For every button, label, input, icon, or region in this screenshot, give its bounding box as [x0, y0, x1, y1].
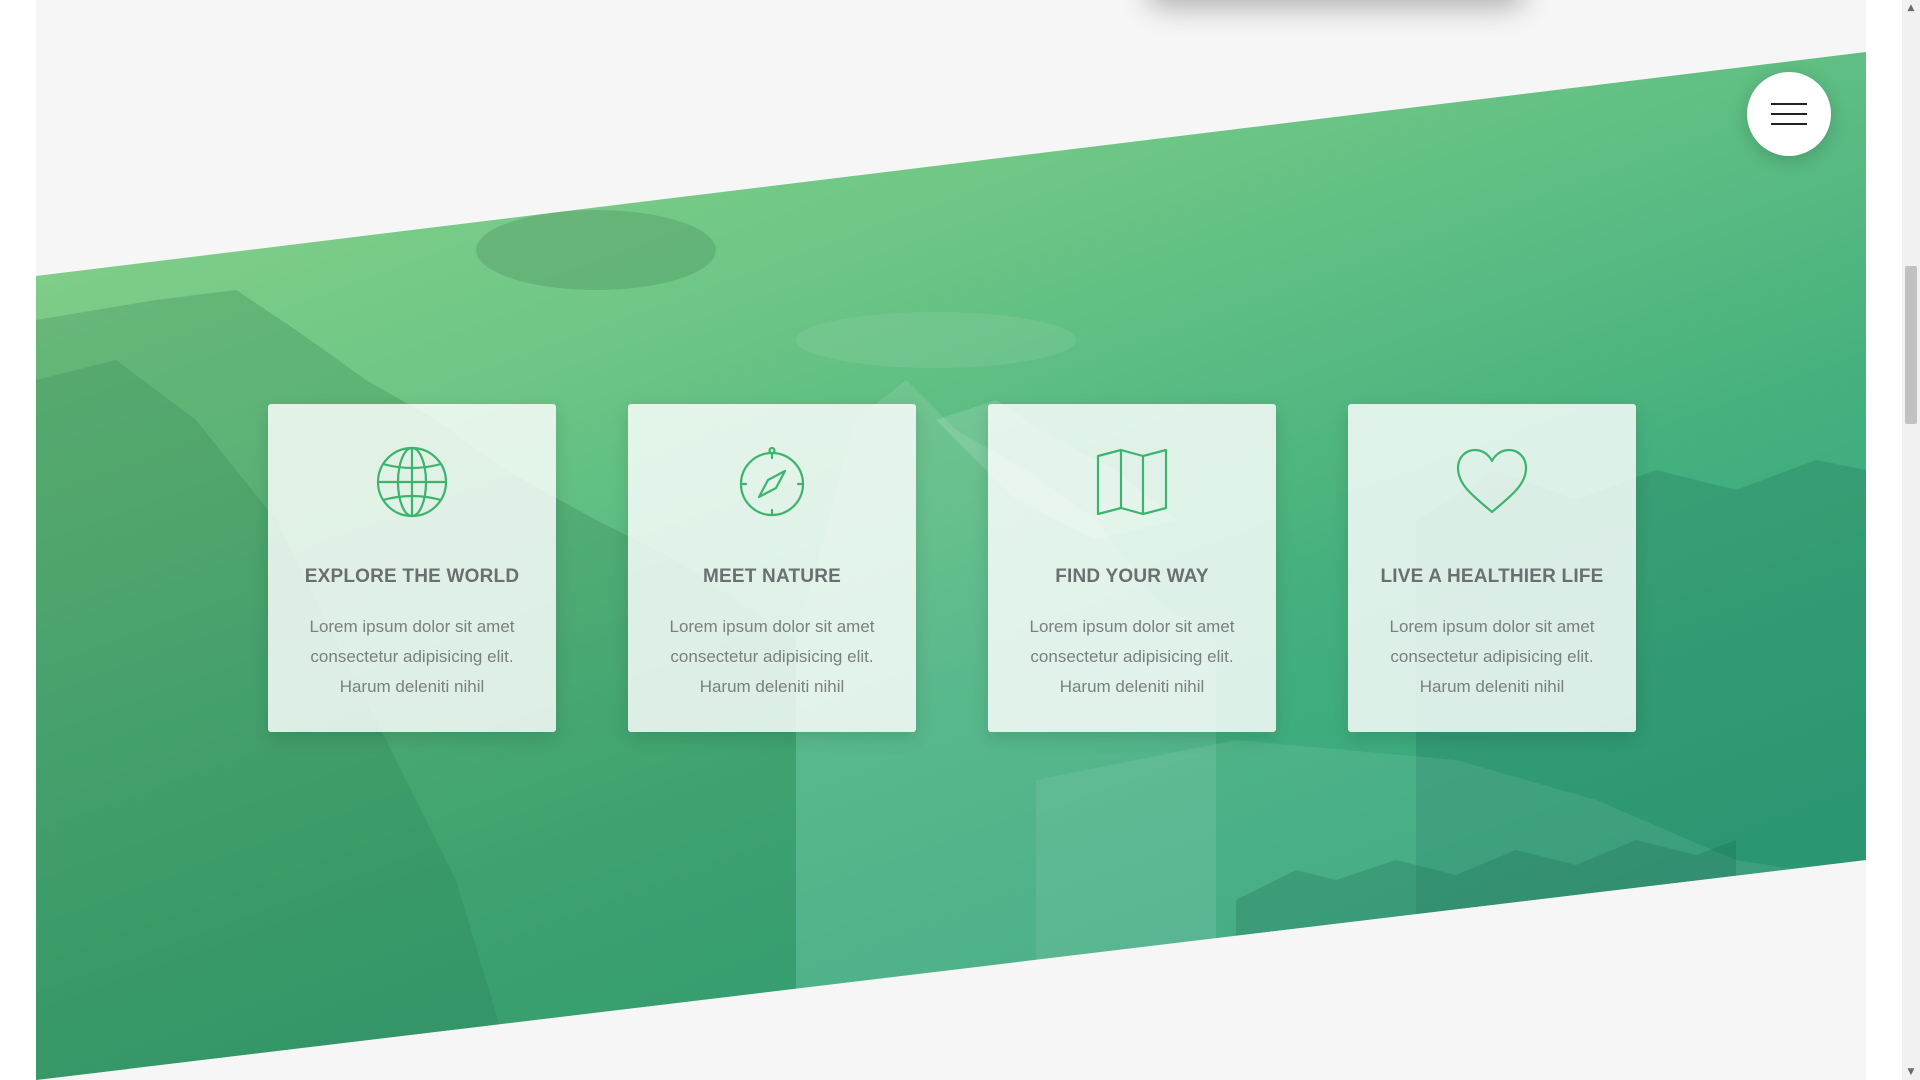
card-text: Lorem ipsum dolor sit amet consectetur a… [669, 617, 875, 696]
scrollbar-thumb[interactable] [1905, 266, 1917, 424]
card-title: EXPLORE THE WORLD [304, 566, 520, 587]
heart-icon [1456, 446, 1528, 518]
feature-cards: EXPLORE THE WORLD Lorem ipsum dolor sit … [268, 404, 1668, 732]
scroll-down-arrow-icon[interactable]: ▼ [1902, 1064, 1920, 1080]
card-title: MEET NATURE [702, 566, 841, 587]
card-title: LIVE A HEALTHIER LIFE [1380, 566, 1604, 587]
browser-viewport: EXPLORE THE WORLD Lorem ipsum dolor sit … [0, 0, 1920, 1080]
feature-card-meet-nature: MEET NATURE Lorem ipsum dolor sit amet c… [628, 404, 916, 732]
vertical-scrollbar[interactable]: ▲ ▼ [1902, 0, 1920, 1080]
card-text: Lorem ipsum dolor sit amet consectetur a… [1029, 617, 1235, 696]
feature-card-find-your-way: FIND YOUR WAY Lorem ipsum dolor sit amet… [988, 404, 1276, 732]
compass-icon [736, 446, 808, 518]
hamburger-menu-icon [1771, 103, 1807, 125]
feature-card-live-a-healthier-life: LIVE A HEALTHIER LIFE Lorem ipsum dolor … [1348, 404, 1636, 732]
globe-icon [376, 446, 448, 518]
feature-card-explore-the-world: EXPLORE THE WORLD Lorem ipsum dolor sit … [268, 404, 556, 732]
menu-button[interactable] [1747, 72, 1831, 156]
card-title: FIND YOUR WAY [1055, 566, 1209, 587]
page: EXPLORE THE WORLD Lorem ipsum dolor sit … [36, 0, 1866, 1080]
card-text: Lorem ipsum dolor sit amet consectetur a… [1389, 617, 1595, 696]
map-icon [1096, 446, 1168, 518]
card-text: Lorem ipsum dolor sit amet consectetur a… [309, 617, 515, 696]
scroll-up-arrow-icon[interactable]: ▲ [1902, 0, 1920, 16]
